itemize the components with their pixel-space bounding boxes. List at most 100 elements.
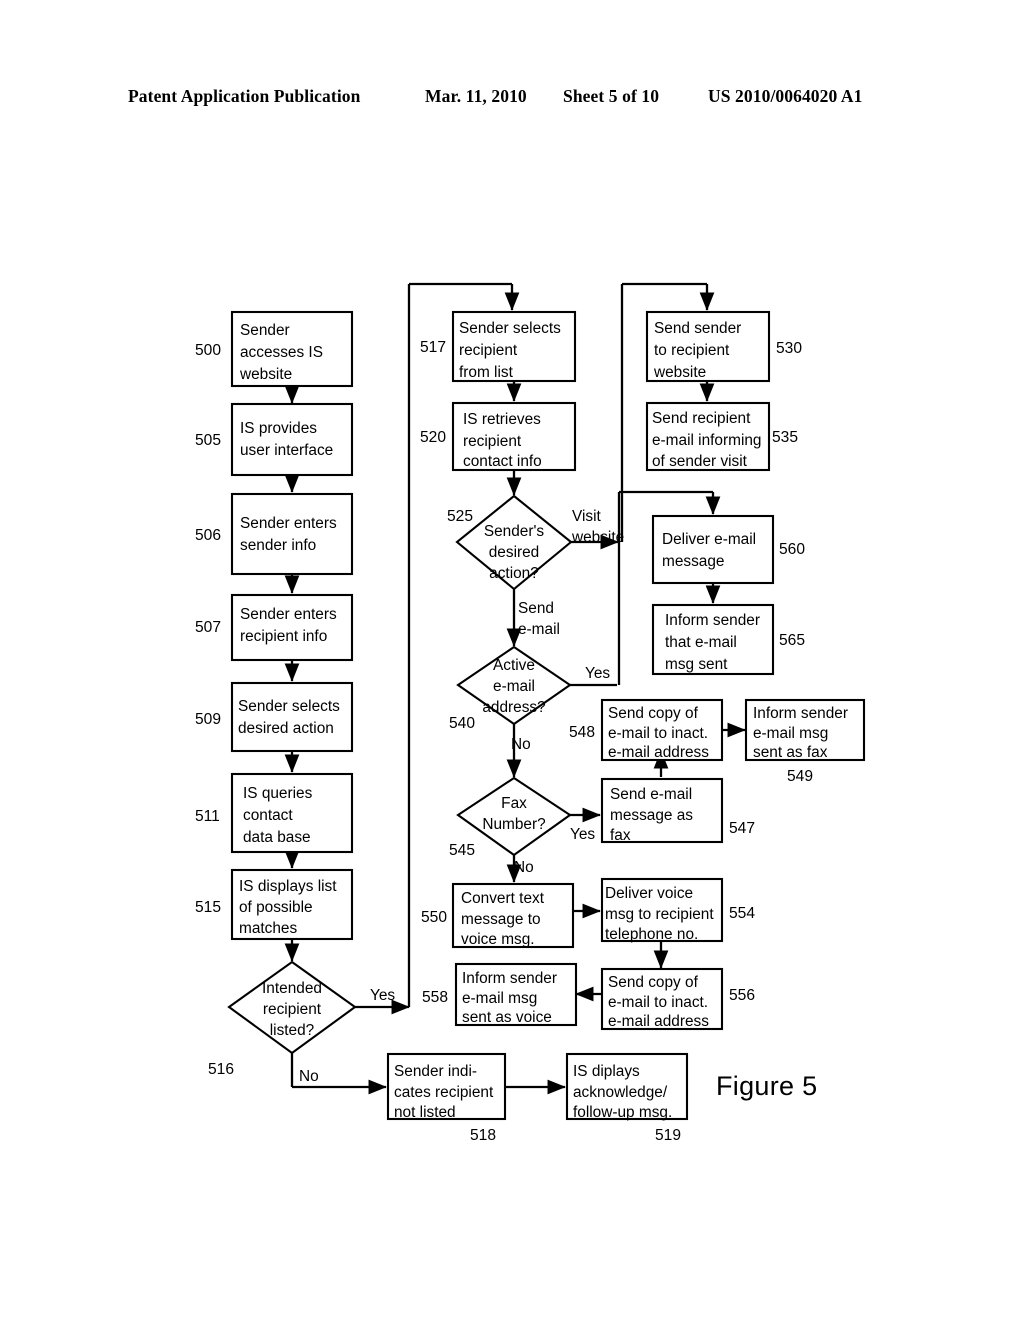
node-509-line2: desired action (238, 720, 334, 737)
edge-label-540-no: No (511, 736, 531, 753)
node-554-line1: Deliver voice (605, 885, 693, 902)
node-500-line2: accesses IS (240, 344, 323, 361)
node-525-line3: action? (489, 565, 539, 582)
node-549-line1: Inform sender (753, 705, 848, 722)
node-558-ref: 558 (422, 989, 448, 1006)
edge-label-525-send-1: Send (518, 600, 554, 617)
node-560[interactable]: 560 Deliver e-mail message (651, 514, 805, 585)
node-540-line3: address? (482, 699, 545, 716)
node-505-line1: IS provides (240, 420, 317, 437)
node-520-line2: recipient (463, 433, 522, 450)
node-560-line2: message (662, 553, 724, 570)
node-547-line1: Send e-mail (610, 786, 692, 803)
node-540[interactable]: 540 Active e-mail address? (449, 645, 572, 732)
node-517-line1: Sender selects (459, 320, 561, 337)
node-511-line2: contact (243, 807, 293, 824)
node-519-ref: 519 (655, 1127, 681, 1144)
node-519[interactable]: 519 IS diplays acknowledge/ follow-up ms… (565, 1052, 689, 1144)
node-506[interactable]: 506 Sender enters sender info (195, 492, 354, 576)
node-558-line1: Inform sender (462, 970, 557, 987)
node-509-line1: Sender selects (238, 698, 340, 715)
node-520[interactable]: 520 IS retrieves recipient contact info (420, 401, 577, 472)
node-535-line3: of sender visit (652, 453, 748, 470)
node-535-line1: Send recipient (652, 410, 751, 427)
node-565-line1: Inform sender (665, 612, 760, 629)
node-556[interactable]: 556 Send copy of e-mail to inact. e-mail… (600, 967, 755, 1031)
node-556-line2: e-mail to inact. (608, 994, 708, 1011)
node-507[interactable]: 507 Sender enters recipient info (195, 593, 354, 662)
edge-label-545-no: No (514, 859, 534, 876)
node-547[interactable]: 547 Send e-mail message as fax (600, 777, 755, 844)
patent-page: Patent Application Publication Mar. 11, … (0, 0, 1024, 1320)
node-507-ref: 507 (195, 619, 221, 636)
node-509[interactable]: 509 Sender selects desired action (195, 681, 354, 753)
node-545-ref: 545 (449, 842, 475, 859)
node-516[interactable]: 516 Intended recipient listed? (208, 960, 357, 1078)
node-500-line3: website (239, 366, 292, 383)
node-518-line3: not listed (394, 1104, 456, 1121)
node-547-line2: message as (610, 807, 693, 824)
node-535[interactable]: 535 Send recipient e-mail informing of s… (645, 401, 798, 472)
node-516-line3: listed? (270, 1022, 315, 1039)
node-549-line3: sent as fax (753, 744, 828, 761)
node-560-ref: 560 (779, 541, 805, 558)
node-518-line1: Sender indi- (394, 1063, 477, 1080)
node-525[interactable]: 525 Sender's desired action? (447, 494, 573, 591)
edge-label-525-visit-1: Visit (572, 508, 602, 525)
node-548[interactable]: 548 Send copy of e-mail to inact. e-mail… (569, 698, 724, 762)
node-516-line2: recipient (263, 1001, 322, 1018)
node-505[interactable]: 505 IS provides user interface (195, 402, 354, 477)
node-556-line1: Send copy of (608, 974, 699, 991)
node-505-ref: 505 (195, 432, 221, 449)
node-525-line2: desired (489, 544, 539, 561)
node-507-line1: Sender enters (240, 606, 337, 623)
node-511[interactable]: 511 IS queries contact data base (195, 772, 354, 854)
node-548-line3: e-mail address (608, 744, 709, 761)
node-549[interactable]: 549 Inform sender e-mail msg sent as fax (744, 698, 866, 785)
node-517[interactable]: 517 Sender selects recipient from list (420, 310, 577, 383)
node-554[interactable]: 554 Deliver voice msg to recipient telep… (600, 877, 755, 943)
node-556-ref: 556 (729, 987, 755, 1004)
node-506-ref: 506 (195, 527, 221, 544)
node-515[interactable]: 515 IS displays list of possible matches (195, 868, 354, 941)
node-518-line2: cates recipient (394, 1084, 494, 1101)
node-558-line2: e-mail msg (462, 990, 537, 1007)
node-558-line3: sent as voice (462, 1009, 552, 1026)
node-549-ref: 549 (787, 768, 813, 785)
node-511-line1: IS queries (243, 785, 313, 802)
node-547-ref: 547 (729, 820, 755, 837)
node-511-line3: data base (243, 829, 311, 846)
node-530-ref: 530 (776, 340, 802, 357)
node-550[interactable]: 550 Convert text message to voice msg. (421, 882, 575, 949)
node-506-line1: Sender enters (240, 515, 337, 532)
node-515-line3: matches (239, 920, 297, 937)
node-500-line1: Sender (240, 322, 290, 339)
node-515-line1: IS displays list (239, 878, 337, 895)
node-548-line1: Send copy of (608, 705, 699, 722)
edge-label-525-send-2: e-mail (518, 621, 560, 638)
node-515-ref: 515 (195, 899, 221, 916)
node-500[interactable]: 500 Sender accesses IS website (195, 310, 354, 388)
node-525-ref: 525 (447, 508, 473, 525)
node-556-line3: e-mail address (608, 1013, 709, 1030)
node-560-line1: Deliver e-mail (662, 531, 756, 548)
node-515-line2: of possible (239, 899, 313, 916)
node-550-line3: voice msg. (461, 931, 535, 948)
node-540-ref: 540 (449, 715, 475, 732)
node-545[interactable]: 545 Fax Number? (449, 776, 572, 859)
node-517-ref: 517 (420, 339, 446, 356)
node-540-line1: Active (493, 657, 535, 674)
node-505-line2: user interface (240, 442, 333, 459)
figure-caption: Figure 5 (716, 1071, 818, 1101)
node-530-line2: to recipient (654, 342, 730, 359)
flowchart-diagram: 500 Sender accesses IS website 505 IS pr… (195, 282, 866, 1144)
node-565-ref: 565 (779, 632, 805, 649)
node-518[interactable]: 518 Sender indi- cates recipient not lis… (386, 1052, 507, 1144)
node-558[interactable]: 558 Inform sender e-mail msg sent as voi… (422, 962, 578, 1027)
node-565-line3: msg sent (665, 656, 728, 673)
node-511-ref: 511 (195, 808, 220, 825)
node-509-ref: 509 (195, 711, 221, 728)
node-565[interactable]: 565 Inform sender that e-mail msg sent (651, 603, 805, 676)
node-516-line1: Intended (262, 980, 322, 997)
node-530[interactable]: 530 Send sender to recipient website (645, 310, 802, 383)
